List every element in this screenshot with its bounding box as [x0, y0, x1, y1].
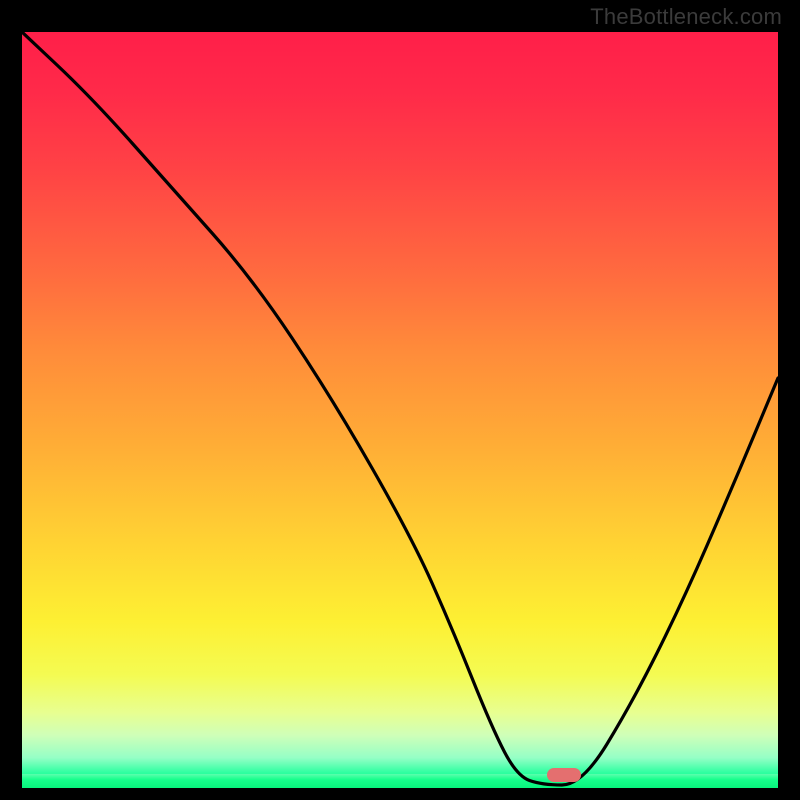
chart-frame	[20, 30, 780, 790]
heatmap-background	[22, 32, 778, 788]
recommended-marker	[547, 768, 581, 782]
optimal-band	[22, 774, 778, 788]
watermark-text: TheBottleneck.com	[590, 4, 782, 30]
